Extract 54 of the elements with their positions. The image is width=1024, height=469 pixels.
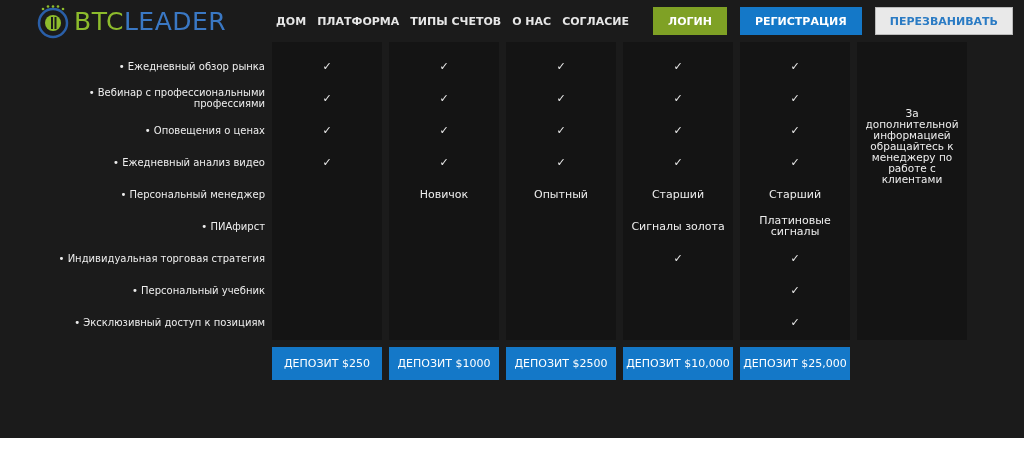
deposit-button[interactable]: ДЕПОЗИТ $250: [272, 347, 382, 380]
plan-cell-text: ✓: [322, 124, 332, 136]
plan-cell-text: ✓: [556, 92, 566, 104]
contact-note: За дополнительной информацией обращайтесь к менеджеру по работе с клиентами: [864, 108, 960, 187]
plan-cell-text: ✓: [322, 156, 332, 168]
plan-cell-text: Платиновые сигналы: [758, 215, 832, 237]
plan-cell-text: ✓: [673, 252, 683, 264]
plan-cell-text: ✓: [556, 156, 566, 168]
plan-cell-text: ✓: [790, 316, 800, 328]
plan-cell-text: ✓: [790, 60, 800, 72]
plan-cell-text: ✓: [673, 124, 683, 136]
deposit-button[interactable]: ДЕПОЗИТ $2500: [506, 347, 616, 380]
plan-cell-text: Старший: [651, 188, 705, 200]
plan-cell-text: ✓: [673, 60, 683, 72]
plan-cell-text: ✓: [790, 252, 800, 264]
plan-cell-text: ✓: [790, 284, 800, 296]
feature-label: • Эксклюзивный доступ к позициям: [74, 316, 265, 328]
plan-cell-text: Опытный: [534, 188, 588, 200]
deposit-button[interactable]: ДЕПОЗИТ $1000: [389, 347, 499, 380]
plan-cell-text: ✓: [439, 60, 449, 72]
plan-cell-text: ✓: [673, 92, 683, 104]
plan-cell-text: ✓: [439, 92, 449, 104]
plan-cell-text: ✓: [439, 124, 449, 136]
plan-cell-text: Новичок: [419, 188, 469, 200]
nav-link[interactable]: СОГЛАСИЕ: [562, 14, 630, 28]
nav-link[interactable]: ТИПЫ СЧЕТОВ: [410, 14, 502, 28]
plan-cell-text: ✓: [790, 92, 800, 104]
feature-label: • Ежедневный анализ видео: [113, 156, 265, 168]
plan-cell-text: Старший: [768, 188, 822, 200]
deposit-button[interactable]: ДЕПОЗИТ $25,000: [740, 347, 850, 380]
logo-text: BTCLEADER: [74, 6, 227, 36]
feature-label: • Вебинар с профессиональными профессиями: [87, 87, 265, 109]
feature-label: • Индивидуальная торговая стратегия: [58, 252, 265, 264]
nav-link[interactable]: ДОМ: [276, 14, 307, 28]
nav-link[interactable]: ПЛАТФОРМА: [317, 14, 400, 28]
plan-cell-text: ✓: [322, 60, 332, 72]
header-button[interactable]: ЛОГИН: [653, 7, 727, 35]
plan-cell-text: ✓: [556, 60, 566, 72]
plan-cell-text: Сигналы золота: [631, 220, 725, 232]
feature-label: • ПИАфирст: [201, 220, 265, 232]
nav-link[interactable]: О НАС: [512, 14, 552, 28]
feature-label: • Оповещения о ценах: [144, 124, 265, 136]
feature-label: • Персональный менеджер: [120, 188, 265, 200]
plan-cell-text: ✓: [790, 124, 800, 136]
plan-cell-text: ✓: [322, 92, 332, 104]
plan-cell-text: ✓: [673, 156, 683, 168]
header-button[interactable]: ПЕРЕЗВАНИВАТЬ: [874, 7, 1013, 35]
feature-label: • Персональный учебник: [132, 284, 265, 296]
feature-label: • Ежедневный обзор рынка: [118, 60, 265, 72]
header-button[interactable]: РЕГИСТРАЦИЯ: [739, 7, 862, 35]
deposit-button[interactable]: ДЕПОЗИТ $10,000: [623, 347, 733, 380]
plan-cell-text: ✓: [556, 124, 566, 136]
plan-cell-text: ✓: [439, 156, 449, 168]
plan-cell-text: ✓: [790, 156, 800, 168]
